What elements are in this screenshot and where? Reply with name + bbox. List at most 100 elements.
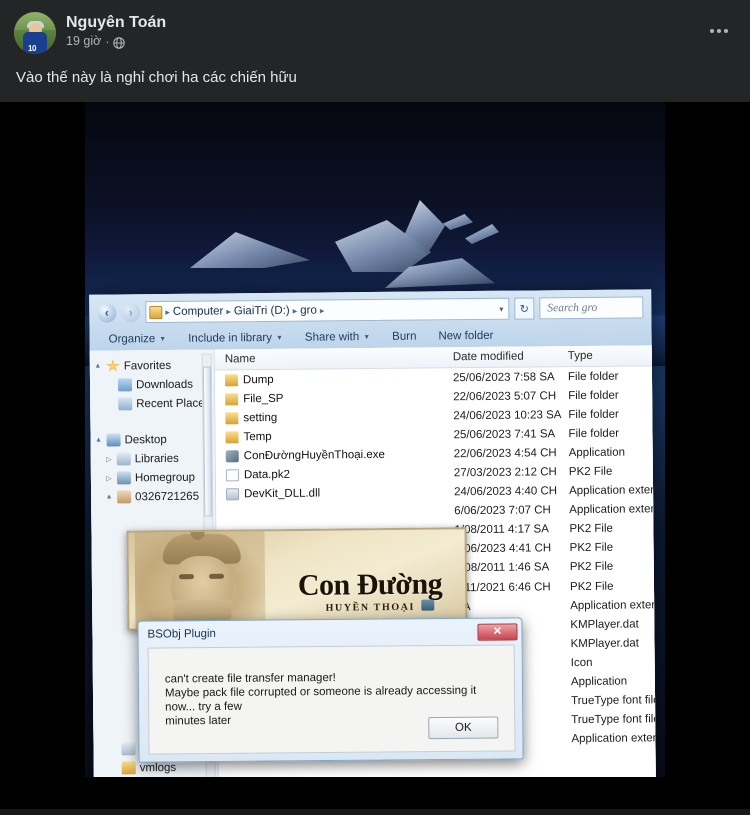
column-header-date-modified[interactable]: Date modified	[453, 350, 568, 364]
file-type-cell: PK2 File	[569, 522, 613, 536]
sidebar-item-label: vmlogs	[139, 761, 177, 774]
banner-character-eye	[208, 573, 224, 579]
file-name-cell: ConĐườngHuyềnThoại.exe	[216, 448, 454, 463]
breadcrumb-separator: ▸	[165, 306, 170, 317]
forward-arrow-icon[interactable]: ›	[121, 302, 141, 322]
breadcrumb-item-drive[interactable]: GiaiTri (D:)	[234, 305, 290, 318]
file-type-cell: File folder	[568, 408, 619, 421]
file-type-cell: PK2 File	[569, 561, 614, 574]
file-type-cell: File folder	[567, 370, 619, 383]
toolbar-new-folder-button[interactable]: New folder	[427, 330, 504, 343]
sidebar-item-user-folder[interactable]: ▲ 0326721265	[95, 487, 215, 507]
file-type-cell: PK2 File	[568, 465, 613, 479]
toolbar-burn-button[interactable]: Burn	[381, 330, 427, 343]
post-submeta: 19 giờ ·	[66, 34, 702, 49]
twisty-icon[interactable]: ▲	[94, 363, 102, 370]
sidebar-item-label: Downloads	[135, 378, 193, 391]
post-options-button[interactable]	[702, 14, 736, 48]
explorer-chrome: ‹ › ▸ Computer ▸ GiaiTri (D:) ▸ gro ▸ ▾ …	[89, 289, 652, 351]
file-name-label: Temp	[243, 430, 272, 444]
file-type-cell: TrueType font file	[571, 694, 656, 708]
file-date-cell: 6/06/2023 7:07 CH	[454, 504, 551, 518]
post-header: 10 Nguyên Toán 19 giờ ·	[0, 0, 750, 54]
back-arrow-icon[interactable]: ‹	[97, 302, 117, 323]
file-type-cell: Icon	[570, 656, 593, 670]
post-timestamp[interactable]: 19 giờ	[66, 34, 101, 49]
sidebar-item-desktop[interactable]: ▲ Desktop	[94, 430, 214, 450]
toolbar-label: Share with	[304, 331, 360, 344]
sidebar-item-recent-places[interactable]: Recent Places	[94, 394, 214, 414]
dialog-title: BSObj Plugin	[147, 627, 216, 641]
user-folder-icon	[117, 490, 132, 504]
file-name-cell: setting	[215, 410, 453, 425]
banner-badge-icon	[421, 599, 435, 611]
column-header-type[interactable]: Type	[568, 349, 652, 362]
breadcrumb-separator: ▸	[226, 305, 231, 316]
sidebar-item-downloads[interactable]: Downloads	[94, 375, 214, 395]
post-photo[interactable]: ‹ › ▸ Computer ▸ GiaiTri (D:) ▸ gro ▸ ▾ …	[0, 102, 750, 809]
star-icon	[106, 359, 120, 372]
file-type-cell: Application extens...	[570, 598, 655, 612]
exe-icon	[225, 450, 239, 463]
game-banner[interactable]: Con Đường HUYỀN THOẠI	[126, 527, 468, 631]
column-header-name[interactable]: Name	[215, 351, 453, 365]
refresh-icon[interactable]: ↻	[514, 297, 535, 320]
breadcrumb[interactable]: ▸ Computer ▸ GiaiTri (D:) ▸ gro ▸ ▾	[145, 297, 510, 324]
twisty-icon[interactable]: ▲	[105, 493, 113, 500]
globe-icon[interactable]	[113, 36, 126, 49]
sidebar-item-label: Favorites	[123, 359, 172, 372]
file-type-cell: Application	[568, 446, 626, 460]
toolbar-share-with-button[interactable]: Share with ▼	[294, 331, 381, 344]
error-dialog[interactable]: BSObj Plugin ✕ can't create file transfe…	[137, 617, 524, 763]
toolbar-include-in-library-button[interactable]: Include in library ▼	[177, 332, 294, 345]
file-date-cell: 27/03/2023 2:12 CH	[453, 466, 557, 480]
sidebar-item-libraries[interactable]: ▷ Libraries	[95, 449, 215, 469]
libraries-icon	[116, 452, 131, 466]
file-type-cell: Application extens...	[569, 484, 654, 498]
banner-portrait	[134, 527, 266, 631]
file-name-cell: Dump	[215, 372, 453, 386]
twisty-icon[interactable]: ▷	[105, 455, 113, 463]
file-name-cell	[216, 511, 454, 513]
toolbar-organize-button[interactable]: Organize ▼	[98, 333, 178, 346]
file-date-cell: 1/08/2011 1:46 SA	[454, 561, 550, 575]
file-date-cell: 1/08/2011 4:17 SA	[454, 523, 549, 537]
folder-icon	[225, 431, 239, 444]
file-date-cell: 25/06/2023 7:58 SA	[452, 370, 555, 384]
dialog-title-bar[interactable]: BSObj Plugin ✕	[141, 621, 518, 644]
twisty-icon[interactable]: ▲	[95, 437, 103, 444]
file-date-cell: SA	[455, 600, 570, 613]
file-date-cell: 4/06/2023 4:41 CH	[454, 542, 552, 556]
post-meta: Nguyên Toán 19 giờ ·	[66, 12, 702, 49]
close-icon[interactable]: ✕	[477, 622, 518, 641]
ok-button[interactable]: OK	[428, 716, 499, 740]
homegroup-icon	[116, 471, 131, 485]
chevron-down-icon[interactable]: ▾	[499, 304, 505, 313]
twisty-icon[interactable]: ▷	[105, 474, 113, 482]
file-date-cell: 25/06/2023 7:41 SA	[453, 428, 556, 442]
post-text: Vào thế này là nghỉ chơi ha các chiến hữ…	[16, 69, 297, 86]
file-type-cell: File folder	[568, 389, 619, 402]
file-date-cell: 2/11/2021 6:46 CH	[454, 580, 551, 594]
search-input[interactable]: Search gro	[539, 296, 644, 320]
file-name-cell: DevKit_DLL.dll	[216, 486, 454, 501]
breadcrumb-item-computer[interactable]: Computer	[173, 305, 224, 317]
sidebar-item-label: 0326721265	[135, 490, 200, 503]
file-type-cell: PK2 File	[569, 542, 614, 555]
breadcrumb-item-gro[interactable]: gro	[300, 305, 317, 317]
dialog-body: can't create file transfer manager! Mayb…	[147, 644, 516, 755]
file-icon	[225, 469, 239, 482]
file-date-cell: 22/06/2023 5:07 CH	[453, 389, 557, 403]
post-author-name[interactable]: Nguyên Toán	[66, 13, 702, 32]
photo-letterbox	[0, 777, 750, 809]
file-name-label: Data.pk2	[243, 468, 290, 482]
file-type-cell: Application	[570, 675, 628, 689]
sidebar-item-label: Desktop	[124, 433, 167, 446]
chevron-down-icon: ▼	[363, 333, 371, 341]
scrollbar-thumb[interactable]	[202, 366, 213, 517]
sidebar-item-homegroup[interactable]: ▷ Homegroup	[95, 468, 215, 488]
sidebar-item-favorites[interactable]: ▲ Favorites	[94, 356, 214, 376]
avatar[interactable]: 10	[14, 12, 56, 54]
ellipsis-icon	[717, 29, 721, 33]
file-name-label: Dump	[242, 373, 274, 386]
